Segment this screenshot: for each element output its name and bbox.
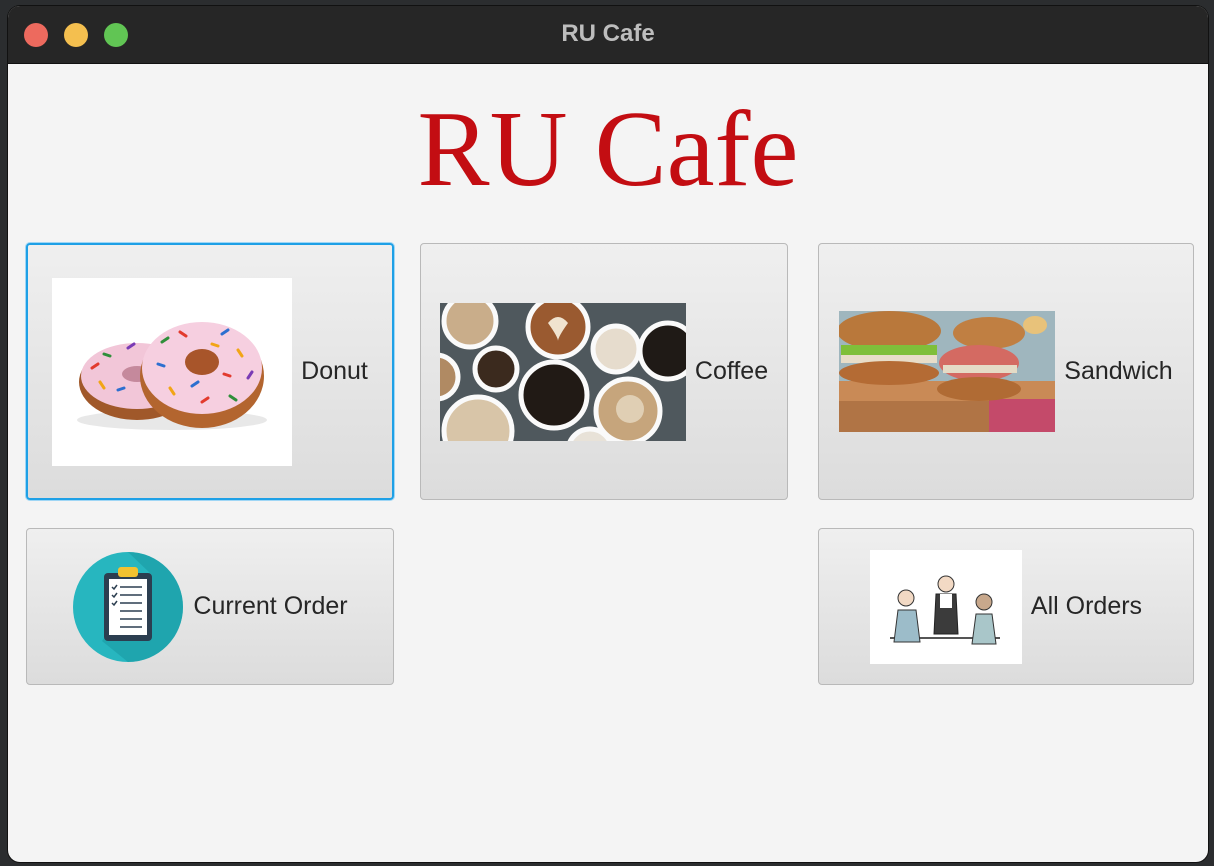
donut-label: Donut bbox=[301, 357, 368, 385]
coffee-button[interactable]: Coffee bbox=[420, 243, 788, 500]
all-orders-button[interactable]: All Orders bbox=[818, 528, 1194, 685]
coffee-image bbox=[439, 302, 686, 441]
donut-image bbox=[52, 277, 293, 466]
window-title: RU Cafe bbox=[561, 20, 655, 47]
sandwich-label: Sandwich bbox=[1064, 357, 1173, 385]
app-window: RU Cafe RU Cafe Donut Coffee Sandwich Cu… bbox=[8, 6, 1208, 862]
current-order-button[interactable]: Current Order bbox=[26, 528, 394, 685]
app-heading: RU Cafe bbox=[417, 90, 799, 209]
clipboard-icon bbox=[72, 551, 184, 663]
coffee-label: Coffee bbox=[694, 357, 769, 385]
title-bar: RU Cafe bbox=[8, 6, 1208, 64]
waiter-customers-image bbox=[869, 549, 1022, 664]
sandwich-image bbox=[839, 311, 1056, 432]
all-orders-label: All Orders bbox=[1030, 592, 1143, 620]
current-order-label: Current Order bbox=[193, 592, 348, 620]
sandwich-button[interactable]: Sandwich bbox=[818, 243, 1194, 500]
main-menu: RU Cafe Donut Coffee Sandwich Current Or… bbox=[8, 64, 1208, 862]
donut-button[interactable]: Donut bbox=[26, 243, 394, 500]
